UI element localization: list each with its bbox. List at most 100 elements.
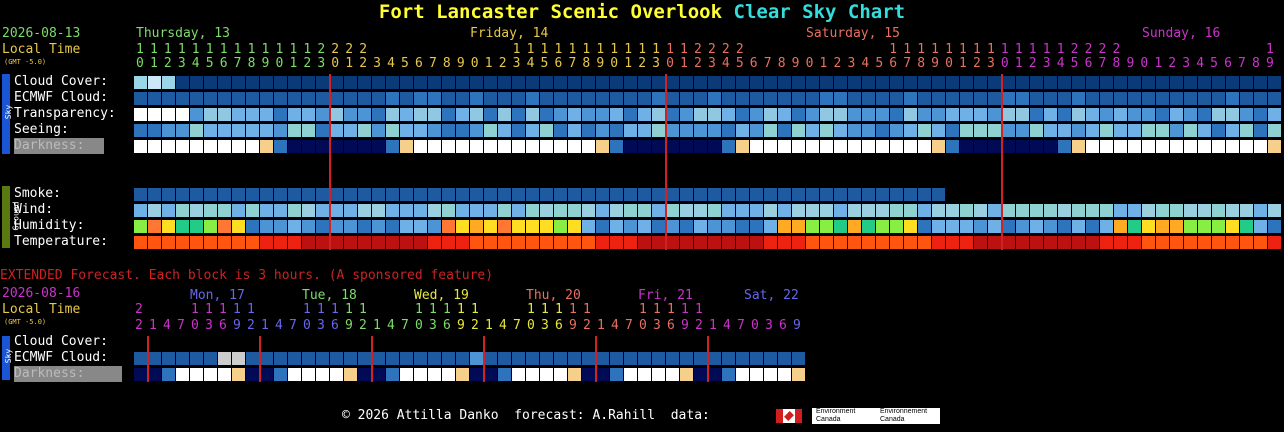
ext-ecmwf-cell — [596, 352, 609, 365]
hour-ones-digit: 2 — [1168, 56, 1177, 71]
wind-cell — [414, 204, 427, 217]
logo-text-en: Environment Canada — [816, 408, 856, 423]
ext-hour-digit: 2 — [695, 318, 703, 333]
darkness-cell — [652, 140, 665, 153]
ext-ecmwf-cell — [218, 352, 231, 365]
ext-darkness-cell — [274, 368, 287, 381]
seeing-cell — [778, 124, 791, 137]
transparency-cell — [260, 108, 273, 121]
cloud-cover-cell — [792, 76, 805, 89]
ecmwf-cell — [372, 92, 385, 105]
ext-darkness-cell — [386, 368, 399, 381]
ecmwf-cell — [1114, 92, 1127, 105]
transparency-cell — [1016, 108, 1029, 121]
cloud-cover-cell — [358, 76, 371, 89]
cloud-cover-cell — [176, 76, 189, 89]
smoke-cell — [512, 188, 525, 201]
chart-title: Fort Lancaster Scenic Overlook Clear Sky… — [0, 0, 1284, 24]
transparency-cell — [232, 108, 245, 121]
hour-ones-digit: 6 — [749, 56, 758, 71]
humidity-cell — [498, 220, 511, 233]
cloud-cover-cell — [624, 76, 637, 89]
cloud-cover-cell — [302, 76, 315, 89]
ext-hour-digit: 4 — [275, 318, 283, 333]
ext-darkness-cell — [190, 368, 203, 381]
darkness-cell — [526, 140, 539, 153]
wind-cell — [932, 204, 945, 217]
cloud-cover-cell — [666, 76, 679, 89]
ecmwf-cell — [1226, 92, 1239, 105]
seeing-cell — [484, 124, 497, 137]
ext-ecmwf-cell — [610, 352, 623, 365]
temperature-cell — [1226, 236, 1239, 249]
temperature-cell — [386, 236, 399, 249]
label-temperature: Temperature: — [14, 234, 108, 249]
seeing-cell — [904, 124, 917, 137]
cloud-cover-cell — [540, 76, 553, 89]
ecmwf-cell — [918, 92, 931, 105]
transparency-cell — [820, 108, 833, 121]
transparency-cell — [1226, 108, 1239, 121]
humidity-cell — [162, 220, 175, 233]
seeing-cell — [1156, 124, 1169, 137]
ext-ecmwf-cell — [162, 352, 175, 365]
ext-hour-digit: 3 — [653, 318, 661, 333]
wind-cell — [890, 204, 903, 217]
ext-midnight-line — [595, 336, 597, 382]
transparency-cell — [358, 108, 371, 121]
ext-hour-tens-digit: 1 — [317, 302, 325, 317]
ext-darkness-cell — [652, 368, 665, 381]
ext-hour-tens-digit: 1 — [471, 302, 479, 317]
ext-ecmwf-cell — [204, 352, 217, 365]
smoke-cell — [904, 188, 917, 201]
smoke-cell — [386, 188, 399, 201]
ext-hour-digit: 7 — [289, 318, 297, 333]
temperature-cell — [1058, 236, 1071, 249]
temperature-cell — [736, 236, 749, 249]
ext-hour-tens-digit: 1 — [639, 302, 647, 317]
wind-cell — [1184, 204, 1197, 217]
transparency-cell — [274, 108, 287, 121]
cloud-cover-cell — [652, 76, 665, 89]
seeing-cell — [540, 124, 553, 137]
transparency-cell — [988, 108, 1001, 121]
seeing-cell — [1044, 124, 1057, 137]
ext-darkness-cell — [484, 368, 497, 381]
ext-ecmwf-cell — [176, 352, 189, 365]
chart-name: Clear Sky Chart — [733, 1, 906, 23]
transparency-cell — [736, 108, 749, 121]
ecmwf-cell — [1170, 92, 1183, 105]
cloud-cover-cell — [316, 76, 329, 89]
hour-ones-digit: 1 — [680, 56, 688, 71]
ext-darkness-cell — [442, 368, 455, 381]
smoke-cell — [148, 188, 161, 201]
cloud-cover-cell — [1198, 76, 1211, 89]
transparency-cell — [1268, 108, 1281, 121]
darkness-cell — [330, 140, 343, 153]
ext-ecmwf-cell — [232, 352, 245, 365]
seeing-cell — [1240, 124, 1253, 137]
wind-cell — [904, 204, 917, 217]
hour-ones-digit: 6 — [1224, 56, 1232, 71]
ext-hour-tens-digit: 1 — [233, 302, 241, 317]
ecmwf-cell — [540, 92, 553, 105]
smoke-cell — [680, 188, 693, 201]
transparency-cell — [1254, 108, 1267, 121]
temperature-cell — [582, 236, 595, 249]
humidity-cell — [540, 220, 553, 233]
hour-ones-digit: 0 — [470, 56, 479, 71]
wind-cell — [400, 204, 413, 217]
ext-darkness-cell — [232, 368, 245, 381]
cloud-cover-cell — [862, 76, 875, 89]
humidity-cell — [274, 220, 287, 233]
smoke-cell — [260, 188, 273, 201]
smoke-cell — [610, 188, 623, 201]
hour-ones-digit: 5 — [540, 56, 549, 71]
wind-cell — [764, 204, 777, 217]
hour-ones-digit: 3 — [177, 56, 186, 71]
day-label-sat: Saturday, 15 — [806, 26, 900, 41]
transparency-cell — [512, 108, 525, 121]
ecmwf-cell — [1100, 92, 1113, 105]
ecmwf-cell — [1128, 92, 1141, 105]
ext-ecmwf-cell — [344, 352, 357, 365]
